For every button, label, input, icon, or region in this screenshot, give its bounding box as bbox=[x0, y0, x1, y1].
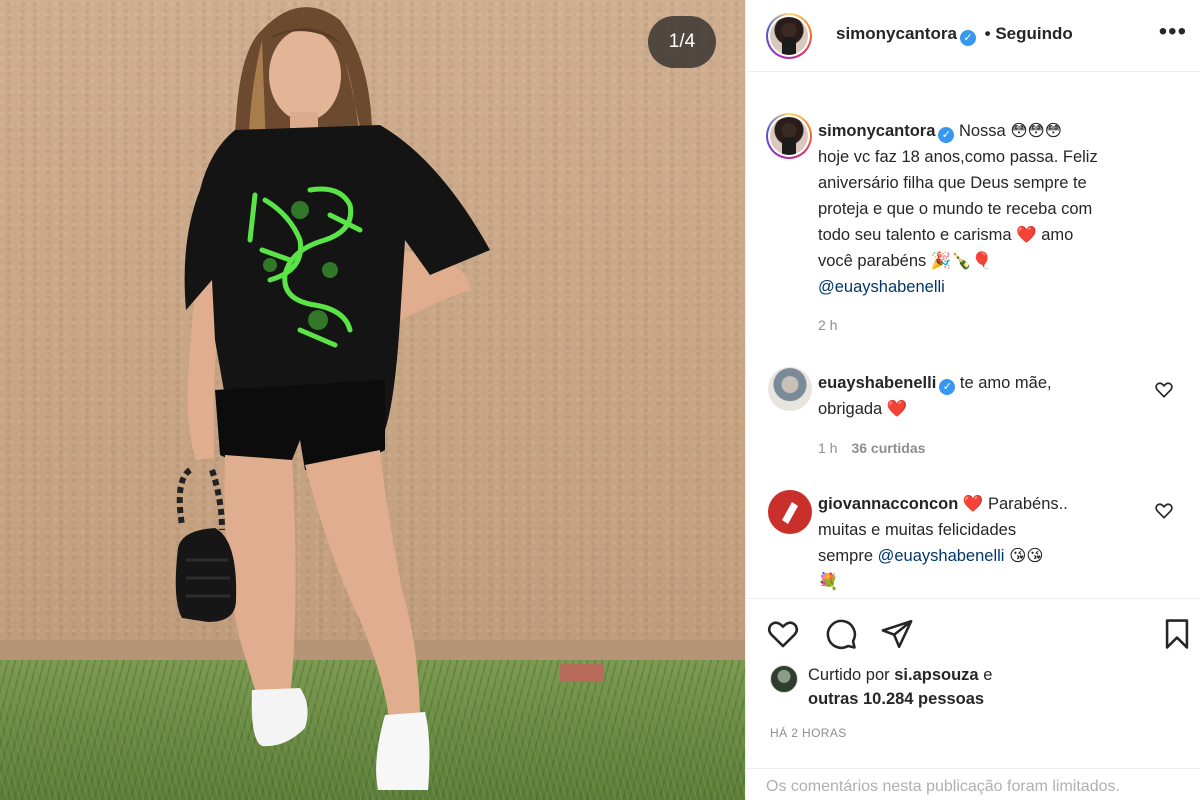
comment-line: obrigada ❤️ bbox=[818, 400, 908, 418]
limited-notice-text: Os comentários nesta publicação foram li… bbox=[766, 778, 1120, 795]
comment-username[interactable]: giovannacconcon bbox=[818, 495, 958, 513]
comment-line: ❤️ Parabéns.. bbox=[962, 495, 1068, 513]
comments-limited-notice: Os comentários nesta publicação foram li… bbox=[746, 768, 1200, 800]
verified-badge-icon: ✓ bbox=[938, 127, 955, 143]
comment-line: te amo mãe, bbox=[959, 374, 1052, 392]
comment-time: 1 h bbox=[818, 440, 838, 456]
post-photo[interactable]: 1/4 bbox=[0, 0, 745, 800]
likes-summary[interactable]: Curtido por si.apsouza e outras 10.284 p… bbox=[808, 663, 1168, 711]
comment-line: sempre bbox=[818, 547, 874, 565]
comment-text: euayshabenelli ✓ te amo mãe, obrigada ❤️ bbox=[818, 370, 1148, 422]
author-username[interactable]: simonycantora bbox=[836, 24, 957, 43]
comment-text: giovannacconcon ❤️ Parabéns.. muitas e m… bbox=[818, 491, 1148, 595]
like-comment-heart-icon[interactable] bbox=[1154, 501, 1174, 521]
verified-badge-icon: ✓ bbox=[959, 30, 976, 46]
like-comment-heart-icon[interactable] bbox=[1154, 380, 1174, 400]
post-timestamp: HÁ 2 HORAS bbox=[770, 726, 847, 740]
comment-likes[interactable]: 36 curtidas bbox=[851, 440, 925, 456]
likes-others-count[interactable]: outras 10.284 pessoas bbox=[808, 690, 984, 708]
caption-text: simonycantora ✓ Nossa 😳😳😳 hoje vc faz 18 … bbox=[818, 118, 1148, 300]
caption-line: proteja e que o mundo te receba com bbox=[818, 200, 1093, 218]
author-row: simonycantora ✓ • Seguindo bbox=[836, 24, 1073, 46]
carousel-counter: 1/4 bbox=[648, 16, 716, 68]
post-actions: Curtido por si.apsouza e outras 10.284 p… bbox=[746, 598, 1200, 768]
comment-username[interactable]: euayshabenelli bbox=[818, 374, 936, 392]
caption-line: você parabéns 🎉🍾🎈 bbox=[818, 252, 993, 270]
caption-line: todo seu talento e carisma ❤️ amo bbox=[818, 226, 1074, 244]
comment-line: 😘😘 bbox=[1009, 547, 1044, 565]
comment-mention-link[interactable]: @euayshabenelli bbox=[878, 547, 1005, 565]
comment-icon[interactable] bbox=[824, 617, 858, 651]
more-options-icon[interactable]: ••• bbox=[1159, 20, 1187, 44]
caption-mention-link[interactable]: @euayshabenelli bbox=[818, 278, 945, 296]
comment-line: 💐 bbox=[818, 573, 839, 591]
save-bookmark-icon[interactable] bbox=[1160, 617, 1194, 651]
caption-avatar[interactable] bbox=[766, 113, 812, 159]
caption-username[interactable]: simonycantora bbox=[818, 122, 935, 140]
comment-line: muitas e muitas felicidades bbox=[818, 521, 1017, 539]
caption-time: 2 h bbox=[818, 317, 838, 333]
share-direct-icon[interactable] bbox=[880, 617, 914, 651]
likes-joiner: e bbox=[983, 666, 993, 684]
caption-line: Nossa 😳😳😳 bbox=[958, 122, 1062, 140]
caption-line: aniversário filha que Deus sempre te bbox=[818, 174, 1087, 192]
liker-avatar[interactable] bbox=[770, 665, 798, 693]
commenter-avatar[interactable] bbox=[768, 367, 812, 411]
comments-list[interactable]: simonycantora ✓ Nossa 😳😳😳 hoje vc faz 18 … bbox=[746, 73, 1200, 598]
author-avatar[interactable] bbox=[766, 13, 812, 59]
comment-meta: 1 h 36 curtidas bbox=[818, 440, 925, 456]
person-figure bbox=[175, 7, 490, 790]
post-sidebar: simonycantora ✓ • Seguindo ••• simonycant… bbox=[745, 0, 1200, 800]
verified-badge-icon: ✓ bbox=[939, 379, 956, 395]
like-heart-icon[interactable] bbox=[766, 617, 800, 651]
commenter-avatar[interactable] bbox=[768, 490, 812, 534]
post-header: simonycantora ✓ • Seguindo ••• bbox=[746, 0, 1200, 72]
following-button[interactable]: • Seguindo bbox=[985, 24, 1073, 43]
likes-prefix: Curtido por bbox=[808, 666, 890, 684]
caption-line: hoje vc faz 18 anos,como passa. Feliz bbox=[818, 148, 1098, 166]
liker-username[interactable]: si.apsouza bbox=[894, 666, 978, 684]
